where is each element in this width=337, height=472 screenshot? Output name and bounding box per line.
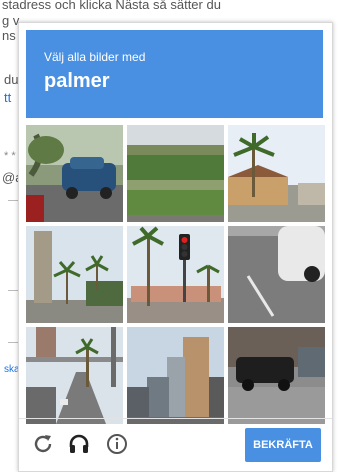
reload-icon[interactable] <box>31 432 55 456</box>
background-text: g v <box>2 13 20 28</box>
background-divider <box>8 342 18 343</box>
background-text: ns <box>2 28 16 43</box>
captcha-tile[interactable] <box>127 125 224 222</box>
tile-image <box>228 226 325 323</box>
captcha-tile[interactable] <box>127 226 224 323</box>
captcha-image-grid <box>26 125 325 424</box>
captcha-dialog: Välj alla bilder med palmer BEKRÄFTA <box>18 22 333 472</box>
captcha-tile[interactable] <box>26 125 123 222</box>
tile-image <box>26 226 123 323</box>
captcha-tile[interactable] <box>127 327 224 424</box>
background-divider <box>8 200 18 201</box>
captcha-instruction: Välj alla bilder med <box>44 50 146 64</box>
captcha-footer: BEKRÄFTA <box>19 418 332 471</box>
captcha-target: palmer <box>44 70 110 92</box>
info-icon[interactable] <box>105 432 129 456</box>
headphones-icon[interactable] <box>67 432 91 456</box>
captcha-tile[interactable] <box>228 226 325 323</box>
background-text: stadress och klicka Nästa så sätter du <box>2 0 221 12</box>
captcha-tile[interactable] <box>228 125 325 222</box>
background-link[interactable]: tt <box>4 90 11 105</box>
tile-image <box>127 327 224 424</box>
captcha-header: Välj alla bilder med palmer <box>26 30 323 118</box>
tile-image <box>127 125 224 222</box>
tile-image <box>228 327 325 424</box>
tile-image <box>26 327 123 424</box>
tile-image <box>127 226 224 323</box>
captcha-tile[interactable] <box>26 327 123 424</box>
captcha-tile[interactable] <box>26 226 123 323</box>
verify-button[interactable]: BEKRÄFTA <box>245 428 321 462</box>
captcha-tile[interactable] <box>228 327 325 424</box>
background-text: du <box>4 72 19 87</box>
background-divider <box>8 290 18 291</box>
tile-image <box>228 125 325 222</box>
tile-image <box>26 125 123 222</box>
background-label: * * <box>4 150 16 162</box>
